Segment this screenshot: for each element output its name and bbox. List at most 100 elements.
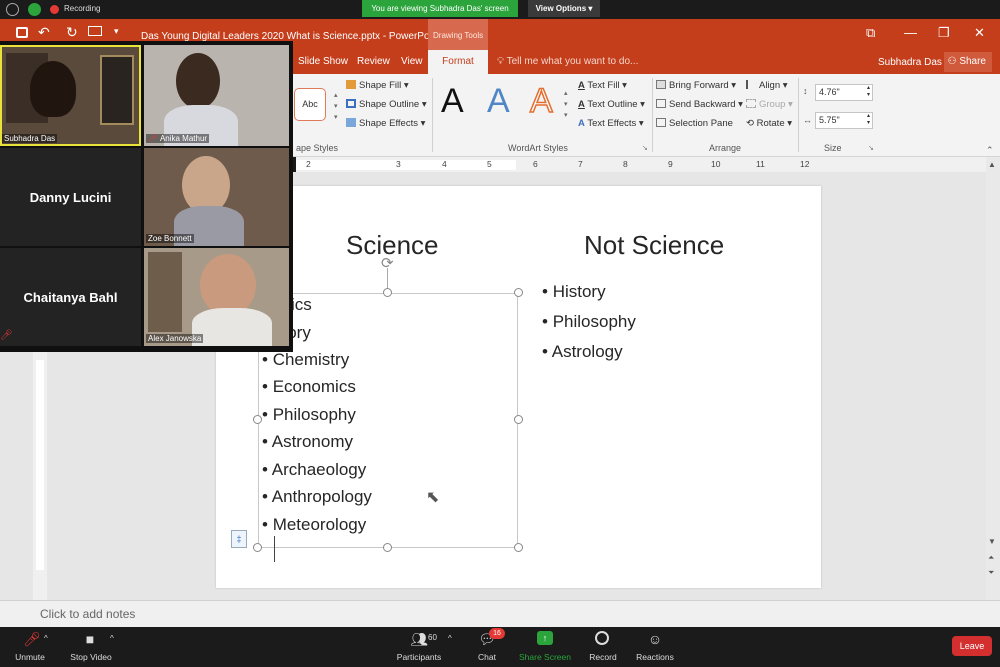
left-bullet-item[interactable]: • Philosophy <box>262 405 356 425</box>
scroll-up-icon[interactable]: ▲ <box>988 160 996 169</box>
tab-slide-show[interactable]: Slide Show <box>298 56 348 67</box>
size-launcher-icon[interactable]: ↘ <box>868 144 874 152</box>
chat-button[interactable]: Chat <box>472 652 502 662</box>
participants-icon[interactable]: 👥︎ <box>408 631 430 648</box>
muted-mic-icon[interactable]: 🎤︎ <box>22 631 42 648</box>
video-tile-subhadra[interactable]: Subhadra Das <box>0 45 141 146</box>
height-input[interactable]: 4.76" ▴ ▾ <box>815 84 873 101</box>
resize-handle-bottom[interactable] <box>383 543 392 552</box>
wordart-scroll-icon[interactable]: ▴ ▾ ▾ <box>564 88 568 121</box>
wordart-style-blue[interactable]: A <box>487 82 510 121</box>
video-tile-alex[interactable]: Alex Janowska <box>144 248 289 346</box>
previous-slide-icon[interactable]: ⏶ <box>988 553 994 563</box>
video-camera-icon[interactable]: ■ <box>80 631 100 647</box>
info-icon[interactable] <box>6 3 19 16</box>
group-label: Group <box>759 99 786 110</box>
rotate-button[interactable]: ⟲ Rotate ▾ <box>746 118 792 129</box>
text-effects-button[interactable]: A Text Effects ▾ <box>578 118 644 129</box>
share-screen-button[interactable]: Share Screen <box>517 652 573 662</box>
left-bullet-item[interactable]: • Archaeology <box>262 460 366 480</box>
wordart-style-orange[interactable]: A <box>529 81 553 121</box>
share-screen-icon[interactable]: ↑ <box>537 631 553 645</box>
align-label: Align <box>759 80 781 91</box>
resize-handle-left[interactable] <box>253 415 262 424</box>
tab-review[interactable]: Review <box>357 56 390 67</box>
send-backward-button[interactable]: Send Backward ▾ <box>656 99 743 110</box>
participants-caret-icon[interactable]: ^ <box>448 634 452 643</box>
user-name[interactable]: Subhadra Das <box>878 57 942 68</box>
view-options-button[interactable]: View Options ▾ <box>528 0 600 17</box>
record-icon[interactable] <box>595 631 609 645</box>
left-bullet-item[interactable]: • Meteorology <box>262 515 366 535</box>
close-icon[interactable]: ✕ <box>974 25 985 41</box>
autofit-options-icon[interactable]: ‡ <box>231 530 247 548</box>
record-button[interactable]: Record <box>585 652 621 662</box>
person-icon: ⚇ <box>947 56 957 67</box>
group-button[interactable]: Group ▾ <box>746 99 793 110</box>
undo-icon[interactable]: ↶ <box>38 24 50 41</box>
next-slide-icon[interactable]: ⏷ <box>988 568 994 578</box>
ruler-number: 2 <box>306 159 311 169</box>
shape-fill-button[interactable]: Shape Fill ▾ <box>346 80 409 91</box>
scroll-down-icon[interactable]: ▼ <box>988 537 996 546</box>
audio-options-caret-icon[interactable]: ^ <box>44 634 48 643</box>
video-tile-danny[interactable]: Danny Lucini <box>0 148 141 246</box>
tell-me-search[interactable]: 💡︎ Tell me what you want to do... <box>497 56 638 67</box>
minimize-icon[interactable]: — <box>904 25 917 40</box>
collapse-ribbon-icon[interactable]: ⌃ <box>986 145 994 156</box>
video-options-caret-icon[interactable]: ^ <box>110 634 114 643</box>
resize-handle-top-right[interactable] <box>514 288 523 297</box>
video-tile-anika[interactable]: 🎤︎ Anika Mathur <box>144 45 289 146</box>
vertical-scrollbar[interactable] <box>986 157 1000 600</box>
wordart-launcher-icon[interactable]: ↘ <box>642 144 648 152</box>
shape-styles-scroll-icon[interactable]: ▴ ▾ ▾ <box>334 90 338 123</box>
share-button[interactable]: ⚇ Share <box>944 52 992 72</box>
presenter-icon[interactable] <box>88 26 102 36</box>
align-button[interactable]: Align ▾ <box>746 80 788 91</box>
tab-view[interactable]: View <box>401 56 423 67</box>
bring-forward-button[interactable]: Bring Forward ▾ <box>656 80 736 91</box>
tab-format[interactable]: Format <box>428 50 488 74</box>
right-bullet-item[interactable]: • Astrology <box>542 342 623 362</box>
picture-frame-shape <box>100 55 134 125</box>
notes-pane[interactable] <box>0 600 1000 627</box>
resize-handle-bottom-left[interactable] <box>253 543 262 552</box>
selection-pane-icon <box>656 118 666 127</box>
reactions-button[interactable]: Reactions <box>633 652 677 662</box>
right-bullet-item[interactable]: • Philosophy <box>542 312 636 332</box>
shape-outline-button[interactable]: Shape Outline ▾ <box>346 99 427 110</box>
left-bullet-item[interactable]: • Economics <box>262 377 356 397</box>
right-bullet-item[interactable]: • History <box>542 282 606 302</box>
width-input[interactable]: 5.75" ▴ ▾ <box>815 112 873 129</box>
selection-pane-button[interactable]: Selection Pane <box>656 118 733 129</box>
reactions-icon[interactable]: ☺ <box>645 631 665 647</box>
text-fill-button[interactable]: A Text Fill ▾ <box>578 80 627 91</box>
redo-icon[interactable]: ↻ <box>66 24 78 41</box>
unmute-button[interactable]: Unmute <box>10 652 50 662</box>
text-outline-button[interactable]: A Text Outline ▾ <box>578 99 645 110</box>
shape-effects-button[interactable]: Shape Effects ▾ <box>346 118 425 129</box>
left-bullet-item[interactable]: • Chemistry <box>262 350 349 370</box>
wordart-style-black[interactable]: A <box>441 82 464 121</box>
ruler-number: 12 <box>800 159 810 169</box>
restore-icon[interactable]: ❐ <box>938 25 950 41</box>
stop-video-button[interactable]: Stop Video <box>66 652 116 662</box>
align-icon <box>746 80 756 89</box>
shape-style-preview[interactable]: Abc <box>294 88 326 121</box>
resize-handle-right[interactable] <box>514 415 523 424</box>
view-options-label: View Options <box>535 4 587 13</box>
right-column-title[interactable]: Not Science <box>584 230 724 261</box>
video-tile-zoe[interactable]: Zoe Bonnett <box>144 148 289 246</box>
ribbon-display-icon[interactable]: ⧉ <box>866 25 875 41</box>
left-bullet-item[interactable]: • Anthropology <box>262 487 372 507</box>
left-bullet-item[interactable]: • Astronomy <box>262 432 353 452</box>
customize-qat-icon[interactable]: ▾ <box>114 26 119 37</box>
save-icon[interactable] <box>16 27 28 38</box>
leave-button[interactable]: Leave <box>952 636 992 656</box>
resize-handle-top[interactable] <box>383 288 392 297</box>
participants-button[interactable]: Participants <box>393 652 445 662</box>
video-tile-chaitanya[interactable]: Chaitanya Bahl <box>0 248 141 346</box>
resize-handle-bottom-right[interactable] <box>514 543 523 552</box>
shield-icon[interactable] <box>28 3 41 16</box>
ruler-number: 8 <box>623 159 628 169</box>
